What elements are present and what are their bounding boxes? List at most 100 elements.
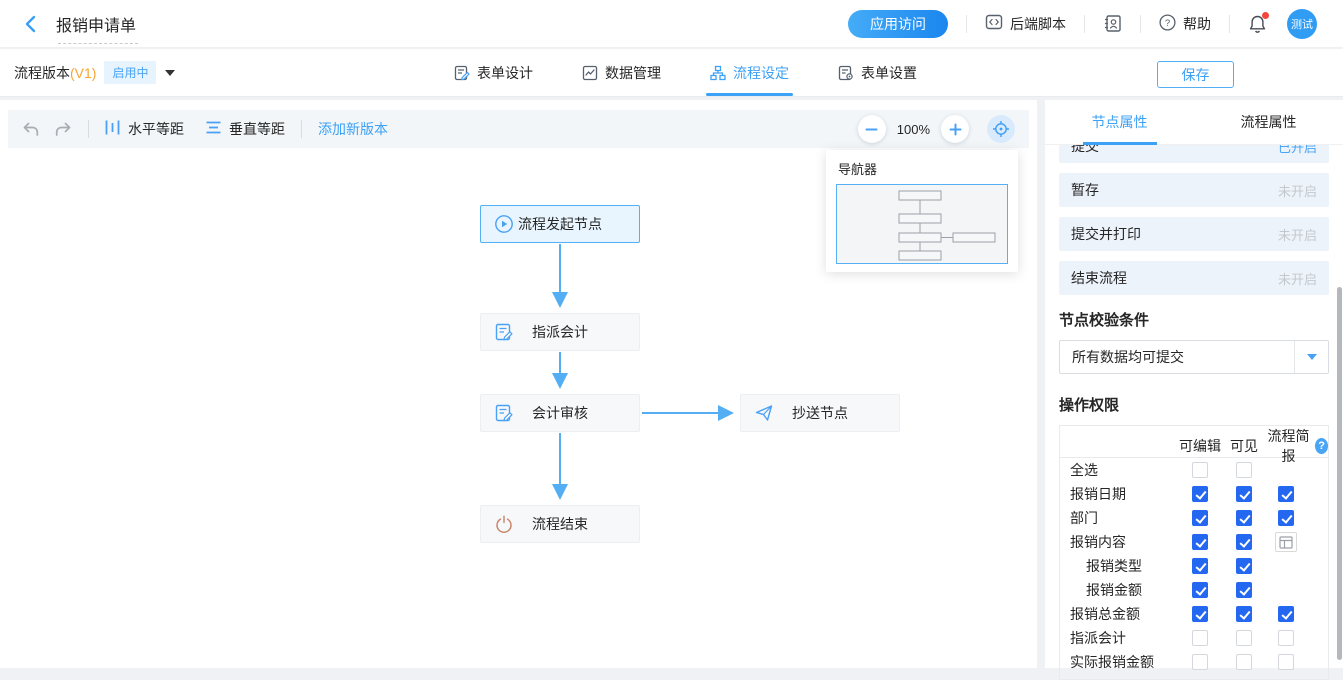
divider <box>301 120 302 138</box>
contacts-icon[interactable] <box>1103 14 1122 33</box>
flow-node-assign[interactable]: 指派会计 <box>480 313 640 351</box>
status-text: 未开启 <box>1278 269 1317 288</box>
checkbox-visible[interactable] <box>1236 486 1252 502</box>
form-settings-icon <box>838 65 854 81</box>
tab-flow-settings[interactable]: 流程设定 <box>708 49 791 96</box>
table-row: 实际报销金额 <box>1060 650 1328 674</box>
checkbox-editable[interactable] <box>1192 558 1208 574</box>
paper-plane-icon <box>754 403 774 423</box>
switch-row-submit[interactable]: 提交 已开启 <box>1059 145 1329 163</box>
checkbox-visible[interactable] <box>1236 462 1252 478</box>
switch-row-end-flow[interactable]: 结束流程 未开启 <box>1059 261 1329 295</box>
table-row: 报销类型 <box>1060 554 1328 578</box>
backend-script-button[interactable]: 后端脚本 <box>985 13 1066 34</box>
horizontal-equal-button[interactable]: 水平等距 <box>105 119 184 139</box>
checkbox-visible[interactable] <box>1236 558 1252 574</box>
flow-node-label: 抄送节点 <box>792 403 848 423</box>
panel-scrollbar[interactable] <box>1337 287 1342 660</box>
edit-doc-icon <box>494 322 514 342</box>
notification-dot <box>1262 12 1269 19</box>
redo-icon[interactable] <box>55 122 72 137</box>
canvas-toolbar: 水平等距 垂直等距 添加新版本 100% <box>8 110 1029 148</box>
notification-bell-icon[interactable] <box>1248 14 1267 34</box>
avatar[interactable]: 测试 <box>1287 9 1317 39</box>
checkbox-visible[interactable] <box>1236 606 1252 622</box>
flow-node-label: 流程结束 <box>532 514 588 534</box>
zoom-controls: 100% <box>858 115 1015 143</box>
divider <box>1229 15 1230 33</box>
divider <box>88 120 89 138</box>
svg-text:?: ? <box>1165 18 1170 29</box>
checkbox-report[interactable] <box>1278 654 1294 670</box>
panel-tabs: 节点属性 流程属性 <box>1045 100 1343 145</box>
header-actions: 应用访问 后端脚本 ? 帮助 测试 <box>848 9 1317 39</box>
chevron-down-icon[interactable] <box>165 70 175 76</box>
table-row: 报销日期 <box>1060 482 1328 506</box>
checkbox-report[interactable] <box>1278 606 1294 622</box>
validation-selected-value: 所有数据均可提交 <box>1060 341 1294 373</box>
tab-node-properties[interactable]: 节点属性 <box>1045 100 1194 144</box>
power-icon <box>494 514 514 534</box>
save-button[interactable]: 保存 <box>1157 61 1234 88</box>
validation-title: 节点校验条件 <box>1059 309 1329 330</box>
flow-node-cc[interactable]: 抄送节点 <box>740 394 900 432</box>
status-text: 未开启 <box>1278 225 1317 244</box>
switch-row-submit-print[interactable]: 提交并打印 未开启 <box>1059 217 1329 251</box>
flow-version-selector[interactable]: 流程版本(V1) 启用中 <box>14 49 175 96</box>
help-button[interactable]: ? 帮助 <box>1159 14 1211 34</box>
checkbox-visible[interactable] <box>1236 654 1252 670</box>
flow-node-label: 指派会计 <box>532 322 588 342</box>
subform-settings-icon[interactable] <box>1275 532 1297 552</box>
tab-flow-properties[interactable]: 流程属性 <box>1194 100 1343 144</box>
table-row: 全选 <box>1060 458 1328 482</box>
undo-icon[interactable] <box>22 122 39 137</box>
tab-form-design[interactable]: 表单设计 <box>452 49 535 96</box>
checkbox-report[interactable] <box>1278 630 1294 646</box>
checkbox-visible[interactable] <box>1236 534 1252 550</box>
tab-data-manage[interactable]: 数据管理 <box>580 49 663 96</box>
flow-canvas[interactable]: 水平等距 垂直等距 添加新版本 100% <box>0 100 1037 668</box>
help-circle-icon[interactable]: ? <box>1315 438 1328 454</box>
zoom-out-button[interactable] <box>858 115 886 143</box>
table-row: 报销总金额 <box>1060 602 1328 626</box>
checkbox-editable[interactable] <box>1192 630 1208 646</box>
checkbox-editable[interactable] <box>1192 534 1208 550</box>
play-icon <box>494 214 514 234</box>
checkbox-editable[interactable] <box>1192 582 1208 598</box>
switch-row-draft[interactable]: 暂存 未开启 <box>1059 173 1329 207</box>
checkbox-editable[interactable] <box>1192 486 1208 502</box>
navigator-minimap[interactable] <box>836 184 1008 264</box>
back-icon[interactable] <box>22 15 40 33</box>
tab-form-settings[interactable]: 表单设置 <box>836 49 919 96</box>
checkbox-report[interactable] <box>1278 486 1294 502</box>
properties-panel: 节点属性 流程属性 提交 已开启 暂存 未开启 提交并打印 未开启 结束流程 未… <box>1045 100 1343 668</box>
checkbox-editable[interactable] <box>1192 510 1208 526</box>
checkbox-editable[interactable] <box>1192 462 1208 478</box>
add-version-button[interactable]: 添加新版本 <box>318 119 388 139</box>
checkbox-editable[interactable] <box>1192 606 1208 622</box>
vertical-spacing-icon <box>206 120 221 138</box>
validation-select[interactable]: 所有数据均可提交 <box>1059 340 1329 374</box>
status-text: 未开启 <box>1278 181 1317 200</box>
checkbox-editable[interactable] <box>1192 654 1208 670</box>
flow-node-end[interactable]: 流程结束 <box>480 505 640 543</box>
zoom-level: 100% <box>897 122 930 137</box>
divider <box>1140 15 1141 33</box>
zoom-in-button[interactable] <box>941 115 969 143</box>
vertical-equal-button[interactable]: 垂直等距 <box>206 119 285 139</box>
version-label: 流程版本 <box>14 63 70 83</box>
locate-icon[interactable] <box>987 115 1015 143</box>
checkbox-report[interactable] <box>1278 510 1294 526</box>
chevron-down-icon[interactable] <box>1294 341 1328 373</box>
flow-node-start[interactable]: 流程发起节点 <box>480 205 640 243</box>
app-header: 报销申请单 应用访问 后端脚本 ? 帮助 测试 <box>0 0 1343 48</box>
checkbox-visible[interactable] <box>1236 510 1252 526</box>
panel-body: 提交 已开启 暂存 未开启 提交并打印 未开启 结束流程 未开启 节点校验条件 … <box>1059 145 1329 680</box>
checkbox-visible[interactable] <box>1236 582 1252 598</box>
navigator-title: 导航器 <box>826 150 1018 184</box>
checkbox-visible[interactable] <box>1236 630 1252 646</box>
app-access-button[interactable]: 应用访问 <box>848 10 948 38</box>
form-design-icon <box>454 65 470 81</box>
status-badge: 启用中 <box>104 61 156 84</box>
flow-node-audit[interactable]: 会计审核 <box>480 394 640 432</box>
